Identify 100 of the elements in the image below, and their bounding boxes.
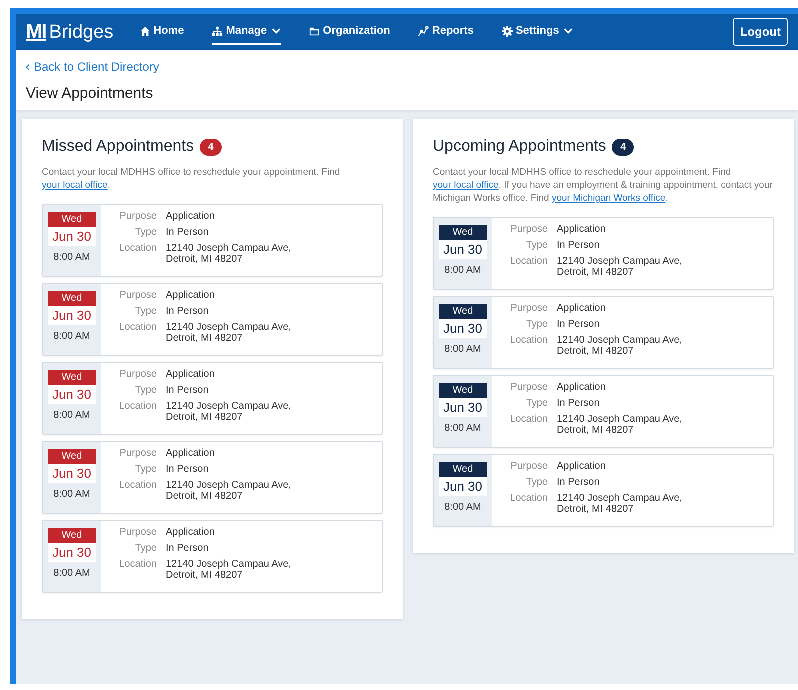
time-label: 8:00 AM [54, 331, 90, 342]
back-link[interactable]: Back to Client Directory [34, 60, 160, 74]
time-label: 8:00 AM [54, 410, 90, 421]
field-label: Type [134, 306, 157, 317]
section-title: Upcoming Appointments [433, 138, 606, 156]
nav-item[interactable]: Reports [418, 19, 474, 45]
office-link[interactable]: your local office [433, 180, 499, 191]
office-link[interactable]: your Michigan Works office [552, 193, 666, 204]
date-label: Jun 30 [48, 227, 96, 246]
logo[interactable]: MI Bridges [26, 20, 114, 44]
sitemap-icon [212, 26, 224, 36]
location-value: 12140 Joseph Campau Ave, Detroit, MI 48207 [557, 414, 682, 436]
nav-item[interactable]: Organization [309, 19, 390, 45]
location-value: 12140 Joseph Campau Ave, Detroit, MI 48207 [166, 322, 292, 344]
field-label: Purpose [510, 303, 548, 314]
type-value: In Person [166, 543, 210, 554]
weekday-label: Wed [48, 212, 96, 227]
instructions-text: Contact your local MDHHS office to reschedule your appointment. Find your local office. If you have an employment & training appointment, contact your Michigan Works office. Find your Michigan Works office. [433, 166, 774, 205]
field-label: Location [118, 401, 157, 414]
weekday-label: Wed [439, 383, 487, 398]
location-value: 12140 Joseph Campau Ave, Detroit, MI 48207 [557, 493, 682, 515]
purpose-value: Application [166, 448, 216, 459]
field-label: Type [525, 398, 548, 409]
location-value: 12140 Joseph Campau Ave, Detroit, MI 48207 [166, 243, 292, 265]
type-value: In Person [557, 319, 601, 330]
location-value: 12140 Joseph Campau Ave, Detroit, MI 48207 [166, 480, 292, 502]
weekday-label: Wed [48, 291, 96, 306]
home-icon [140, 26, 151, 36]
date-label: Jun 30 [439, 319, 487, 338]
type-value: In Person [166, 385, 210, 396]
field-label: Purpose [510, 461, 548, 472]
field-label: Type [134, 543, 157, 554]
location-value: 12140 Joseph Campau Ave, Detroit, MI 48207 [166, 401, 292, 423]
location-value: 12140 Joseph Campau Ave, Detroit, MI 48207 [557, 256, 682, 278]
weekday-label: Wed [439, 304, 487, 319]
gear-icon [502, 26, 513, 36]
field-label: Type [134, 385, 157, 396]
field-label: Type [525, 319, 548, 330]
graph-icon [418, 26, 430, 36]
time-label: 8:00 AM [444, 423, 482, 434]
location-value: 12140 Joseph Campau Ave, Detroit, MI 48207 [557, 335, 682, 357]
instructions-text: Contact your local MDHHS office to reschedule your appointment. Find your local office. [42, 166, 342, 192]
time-label: 8:00 AM [444, 265, 482, 276]
field-label: Purpose [118, 448, 157, 459]
nav-item[interactable]: Manage [212, 19, 282, 45]
time-label: 8:00 AM [54, 252, 90, 263]
purpose-value: Application [166, 527, 216, 538]
weekday-label: Wed [48, 449, 96, 464]
section-title: Missed Appointments [42, 138, 194, 156]
field-label: Type [525, 477, 548, 488]
folder-icon [309, 26, 320, 36]
time-label: 8:00 AM [54, 489, 90, 500]
purpose-value: Application [557, 224, 607, 235]
office-link[interactable]: your local office [42, 180, 108, 191]
field-label: Purpose [510, 382, 548, 393]
purpose-value: Application [557, 461, 607, 472]
date-label: Jun 30 [48, 543, 96, 562]
purpose-value: Application [166, 369, 216, 380]
date-label: Jun 30 [48, 464, 96, 483]
field-label: Purpose [118, 527, 157, 538]
field-label: Location [509, 493, 548, 506]
field-label: Location [509, 335, 548, 348]
purpose-value: Application [557, 382, 607, 393]
location-value: 12140 Joseph Campau Ave, Detroit, MI 48207 [166, 559, 292, 581]
page-title: View Appointments [26, 85, 154, 102]
field-label: Location [509, 414, 548, 427]
weekday-label: Wed [48, 528, 96, 543]
field-label: Location [118, 322, 157, 335]
count-badge: 4 [612, 138, 634, 156]
date-label: Jun 30 [48, 306, 96, 325]
weekday-label: Wed [439, 462, 487, 477]
type-value: In Person [557, 240, 601, 251]
date-label: Jun 30 [439, 240, 487, 259]
purpose-value: Application [557, 303, 607, 314]
weekday-label: Wed [439, 225, 487, 240]
type-value: In Person [166, 464, 210, 475]
field-label: Purpose [118, 211, 157, 222]
purpose-value: Application [166, 290, 216, 301]
field-label: Location [118, 480, 157, 493]
field-label: Purpose [510, 224, 548, 235]
field-label: Location [118, 559, 157, 572]
weekday-label: Wed [48, 370, 96, 385]
count-badge: 4 [200, 138, 222, 156]
type-value: In Person [166, 227, 210, 238]
nav-item[interactable]: Settings [502, 19, 574, 45]
date-label: Jun 30 [439, 398, 487, 417]
logout-button[interactable]: Logout [733, 18, 788, 46]
field-label: Location [118, 243, 157, 256]
field-label: Location [509, 256, 548, 269]
date-label: Jun 30 [48, 385, 96, 404]
time-label: 8:00 AM [444, 344, 482, 355]
type-value: In Person [557, 398, 601, 409]
nav-item[interactable]: Home [140, 19, 184, 45]
field-label: Type [134, 227, 157, 238]
time-label: 8:00 AM [54, 568, 90, 579]
field-label: Type [134, 464, 157, 475]
type-value: In Person [166, 306, 210, 317]
type-value: In Person [557, 477, 601, 488]
time-label: 8:00 AM [444, 502, 482, 513]
field-label: Purpose [118, 369, 157, 380]
